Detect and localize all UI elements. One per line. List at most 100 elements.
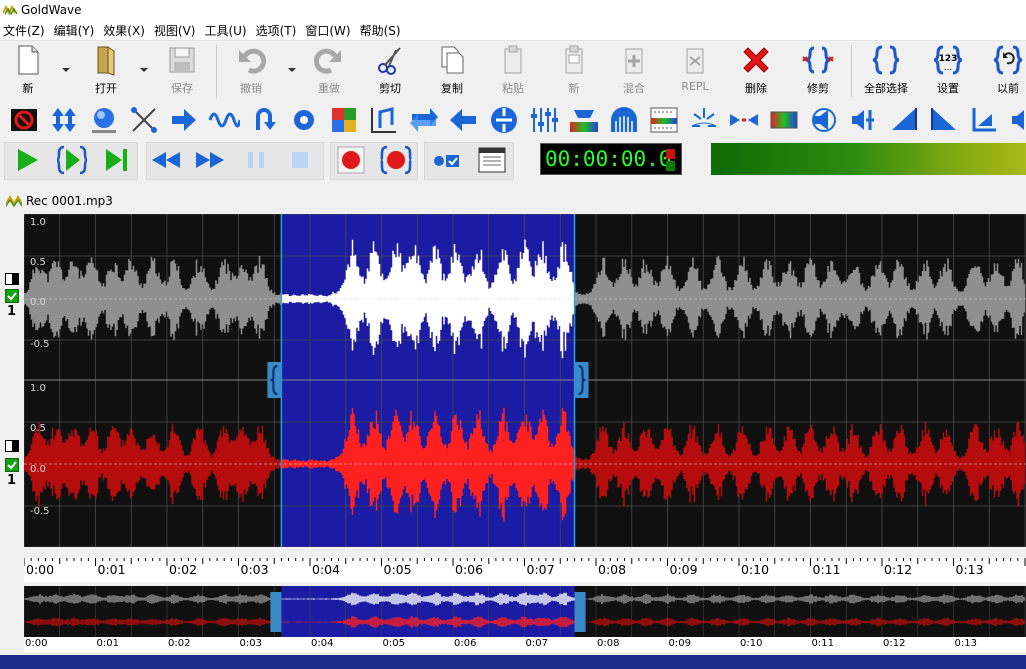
control-window-icon[interactable]	[476, 143, 508, 177]
device-controls-icon[interactable]	[430, 143, 462, 177]
colorful-cube-icon[interactable]	[328, 104, 360, 136]
open-label: 打开	[95, 82, 117, 95]
timeline-tick-label: 0:12	[884, 562, 913, 577]
timeline-ruler[interactable]: 0:00 0:01 0:02 0:03 0:04 0:05 0:06 0:07 0:08 0:09…	[24, 558, 1026, 582]
timeline-tick-label: 0:02	[169, 562, 198, 577]
loop-arrow-icon[interactable]	[248, 104, 280, 136]
previous-button[interactable]: 以前	[980, 44, 1026, 98]
save-disk-icon	[169, 47, 195, 73]
menu-view[interactable]: 视图(V)	[151, 22, 202, 39]
copy-button[interactable]: 复制	[424, 44, 480, 98]
channel-2-solo-toggle[interactable]	[5, 440, 19, 452]
trim-button[interactable]: 修剪	[790, 44, 846, 98]
pause-icon[interactable]	[240, 143, 272, 177]
overview-tick-label: 0:05	[382, 638, 405, 649]
svg-text:...: ...	[944, 63, 953, 73]
overview-selection[interactable]	[281, 586, 575, 637]
equalizer-icon[interactable]	[528, 104, 560, 136]
replace-button[interactable]: REPL	[667, 44, 723, 98]
play-to-end-icon[interactable]	[100, 143, 132, 177]
new-file-icon	[18, 45, 39, 75]
overview-tick-label: 0:01	[96, 638, 119, 649]
app-title: GoldWave	[21, 3, 82, 17]
paste-button[interactable]: 粘贴	[485, 44, 541, 98]
open-dropdown-icon[interactable]	[140, 66, 148, 74]
mix-button[interactable]: 混合	[606, 44, 662, 98]
collapse-icon[interactable]	[728, 104, 760, 136]
rewind-icon[interactable]	[150, 143, 182, 177]
timeline-tick-label: 0:07	[526, 562, 555, 577]
channel-2-enable-checkbox[interactable]	[5, 458, 19, 472]
sparkle-icon[interactable]	[688, 104, 720, 136]
save-button[interactable]: 保存	[154, 44, 210, 98]
spectrum-bar-icon[interactable]	[568, 104, 600, 136]
menu-edit[interactable]: 编辑(Y)	[51, 22, 101, 39]
right-arrow-blue-icon[interactable]	[168, 104, 200, 136]
menu-help[interactable]: 帮助(S)	[357, 22, 407, 39]
toolbar-separator	[851, 45, 852, 97]
delete-label: 删除	[745, 82, 767, 95]
swap-arrows-icon[interactable]	[408, 104, 440, 136]
speaker-icon[interactable]	[808, 104, 840, 136]
cross-icon[interactable]	[128, 104, 160, 136]
arch-icon[interactable]	[608, 104, 640, 136]
delete-button[interactable]: 删除	[728, 44, 784, 98]
sine-wave-icon[interactable]	[208, 104, 240, 136]
document-title: Rec 0001.mp3	[26, 194, 113, 208]
delete-x-icon	[743, 47, 769, 73]
fast-forward-icon[interactable]	[194, 143, 226, 177]
music-note-icon[interactable]	[368, 104, 400, 136]
overview-timeline-ruler: 0:00 0:01 0:02 0:03 0:04 0:05 0:06 0:07 0:08 0:09…	[24, 637, 1026, 652]
record-selection-icon[interactable]	[380, 143, 412, 177]
new-button[interactable]: 新	[0, 44, 56, 98]
timeline-tick-label: 0:05	[383, 562, 412, 577]
waveform-view[interactable]	[24, 214, 1026, 547]
stop-icon[interactable]	[284, 143, 316, 177]
paste-new-button[interactable]: 新	[546, 44, 602, 98]
menu-effect[interactable]: 效果(X)	[100, 22, 151, 39]
fade-out-icon[interactable]	[928, 104, 960, 136]
menu-window[interactable]: 窗口(W)	[302, 22, 356, 39]
channel-1-enable-checkbox[interactable]	[5, 289, 19, 303]
open-button[interactable]: 打开	[78, 44, 134, 98]
overview-tick-label: 0:13	[954, 638, 977, 649]
menu-tools[interactable]: 工具(U)	[201, 22, 252, 39]
vertical-arrows-icon[interactable]	[48, 104, 80, 136]
menu-file[interactable]: 文件(Z)	[0, 22, 51, 39]
timeline-tick-label: 0:09	[669, 562, 698, 577]
rainbow-icon[interactable]	[768, 104, 800, 136]
select-all-button[interactable]: 全部选择	[858, 44, 914, 98]
selection-end-handle[interactable]	[574, 362, 589, 398]
selection-start-handle[interactable]	[267, 362, 282, 398]
stop-sign-icon[interactable]	[8, 104, 40, 136]
overview-waveform[interactable]	[24, 586, 1026, 637]
blue-ball-icon[interactable]	[88, 104, 120, 136]
overview-start-handle[interactable]	[270, 592, 282, 632]
overview-tick-label: 0:02	[168, 638, 191, 649]
shape-volume-icon[interactable]	[968, 104, 1000, 136]
timeline-tick-label: 0:03	[240, 562, 269, 577]
more-effects-icon[interactable]	[1008, 104, 1026, 136]
pattern-box-icon[interactable]	[648, 104, 680, 136]
overview-tick-label: 0:09	[668, 638, 691, 649]
fade-in-icon[interactable]	[888, 104, 920, 136]
menu-options[interactable]: 选项(T)	[253, 22, 303, 39]
previous-label: 以前	[997, 82, 1019, 95]
gear-effect-icon[interactable]	[288, 104, 320, 136]
new-dropdown-icon[interactable]	[62, 66, 70, 74]
play-selection-icon[interactable]	[56, 143, 88, 177]
undo-dropdown-icon[interactable]	[288, 66, 296, 74]
compress-icon[interactable]	[488, 104, 520, 136]
settings-button[interactable]: 123... 设置	[920, 44, 976, 98]
redo-button[interactable]: 重做	[301, 44, 357, 98]
play-icon[interactable]	[12, 143, 44, 177]
volume-adjust-icon[interactable]	[848, 104, 880, 136]
undo-button[interactable]: 撤销	[223, 44, 279, 98]
timeline-tick-label: 0:01	[97, 562, 126, 577]
overview-end-handle[interactable]	[574, 592, 586, 632]
cut-button[interactable]: 剪切	[362, 44, 418, 98]
record-icon[interactable]	[335, 143, 367, 177]
channel-1-solo-toggle[interactable]	[5, 273, 19, 285]
ch1-y-label-zero: 0.0	[30, 297, 46, 308]
left-arrow-icon[interactable]	[448, 104, 480, 136]
